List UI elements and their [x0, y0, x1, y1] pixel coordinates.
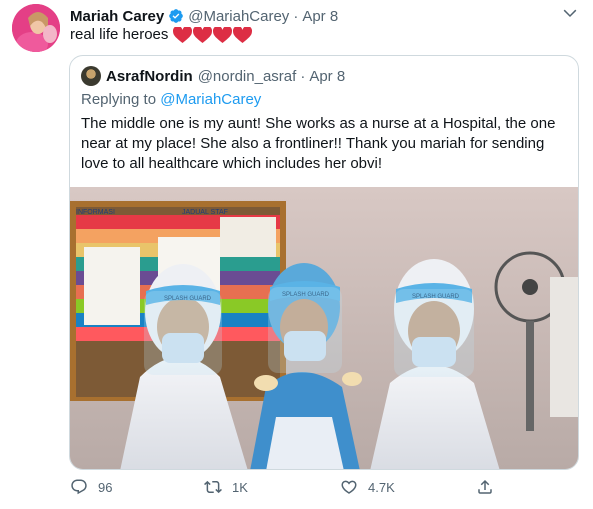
replying-prefix: Replying to — [81, 91, 157, 108]
author-handle[interactable]: @MariahCarey — [188, 8, 289, 25]
tweet-actions: 96 1K 4.7K — [70, 478, 520, 502]
retweet-icon — [204, 480, 222, 494]
like-button[interactable]: 4.7K — [340, 478, 395, 496]
tweet-timestamp[interactable]: Apr 8 — [302, 8, 338, 25]
separator-dot: · — [293, 7, 299, 25]
author-name[interactable]: Mariah Carey — [70, 8, 164, 25]
quoted-author-handle: @nordin_asraf — [197, 67, 297, 85]
replying-to-mention[interactable]: @MariahCarey — [160, 91, 261, 108]
tweet[interactable]: Mariah Carey @MariahCarey · Apr 8 real l… — [0, 0, 593, 509]
red-heart-icon — [233, 26, 253, 43]
quoted-tweet-text: The middle one is my aunt! She works as … — [81, 115, 556, 172]
share-icon — [478, 479, 492, 494]
quoted-author-name: AsrafNordin — [106, 67, 193, 85]
tweet-header: Mariah Carey @MariahCarey · Apr 8 — [70, 6, 338, 26]
red-heart-icon — [213, 26, 233, 43]
chevron-down-icon[interactable] — [561, 4, 579, 22]
author-avatar[interactable] — [12, 4, 60, 52]
quoted-timestamp: Apr 8 — [309, 67, 346, 85]
quoted-author-avatar — [81, 66, 101, 86]
tweet-photo[interactable]: INFORMASI JADUAL STAF SPLASH GUARD SPLAS… — [70, 187, 578, 469]
reply-button[interactable]: 96 — [70, 478, 112, 496]
reply-icon — [71, 479, 87, 495]
replying-to-line: Replying to @MariahCarey — [81, 91, 261, 108]
reply-count: 96 — [98, 479, 113, 495]
retweet-count: 1K — [232, 479, 248, 495]
red-heart-icon — [173, 26, 193, 43]
quoted-tweet[interactable]: AsrafNordin @nordin_asraf · Apr 8 Replyi… — [69, 55, 579, 470]
board-label-right: JADUAL STAF — [182, 209, 228, 216]
tweet-text-body: real life heroes — [70, 26, 169, 43]
share-button[interactable] — [476, 478, 494, 496]
heart-icon — [341, 480, 357, 494]
heart-emojis — [173, 26, 253, 44]
retweet-button[interactable]: 1K — [204, 478, 248, 496]
board-label-left: INFORMASI — [76, 209, 115, 216]
separator-dot: · — [300, 67, 306, 85]
like-count: 4.7K — [368, 479, 395, 495]
tweet-text: real life heroes — [70, 25, 253, 45]
red-heart-icon — [193, 26, 213, 43]
verified-badge-icon — [169, 9, 184, 23]
quoted-tweet-header: AsrafNordin @nordin_asraf · Apr 8 — [81, 66, 345, 86]
